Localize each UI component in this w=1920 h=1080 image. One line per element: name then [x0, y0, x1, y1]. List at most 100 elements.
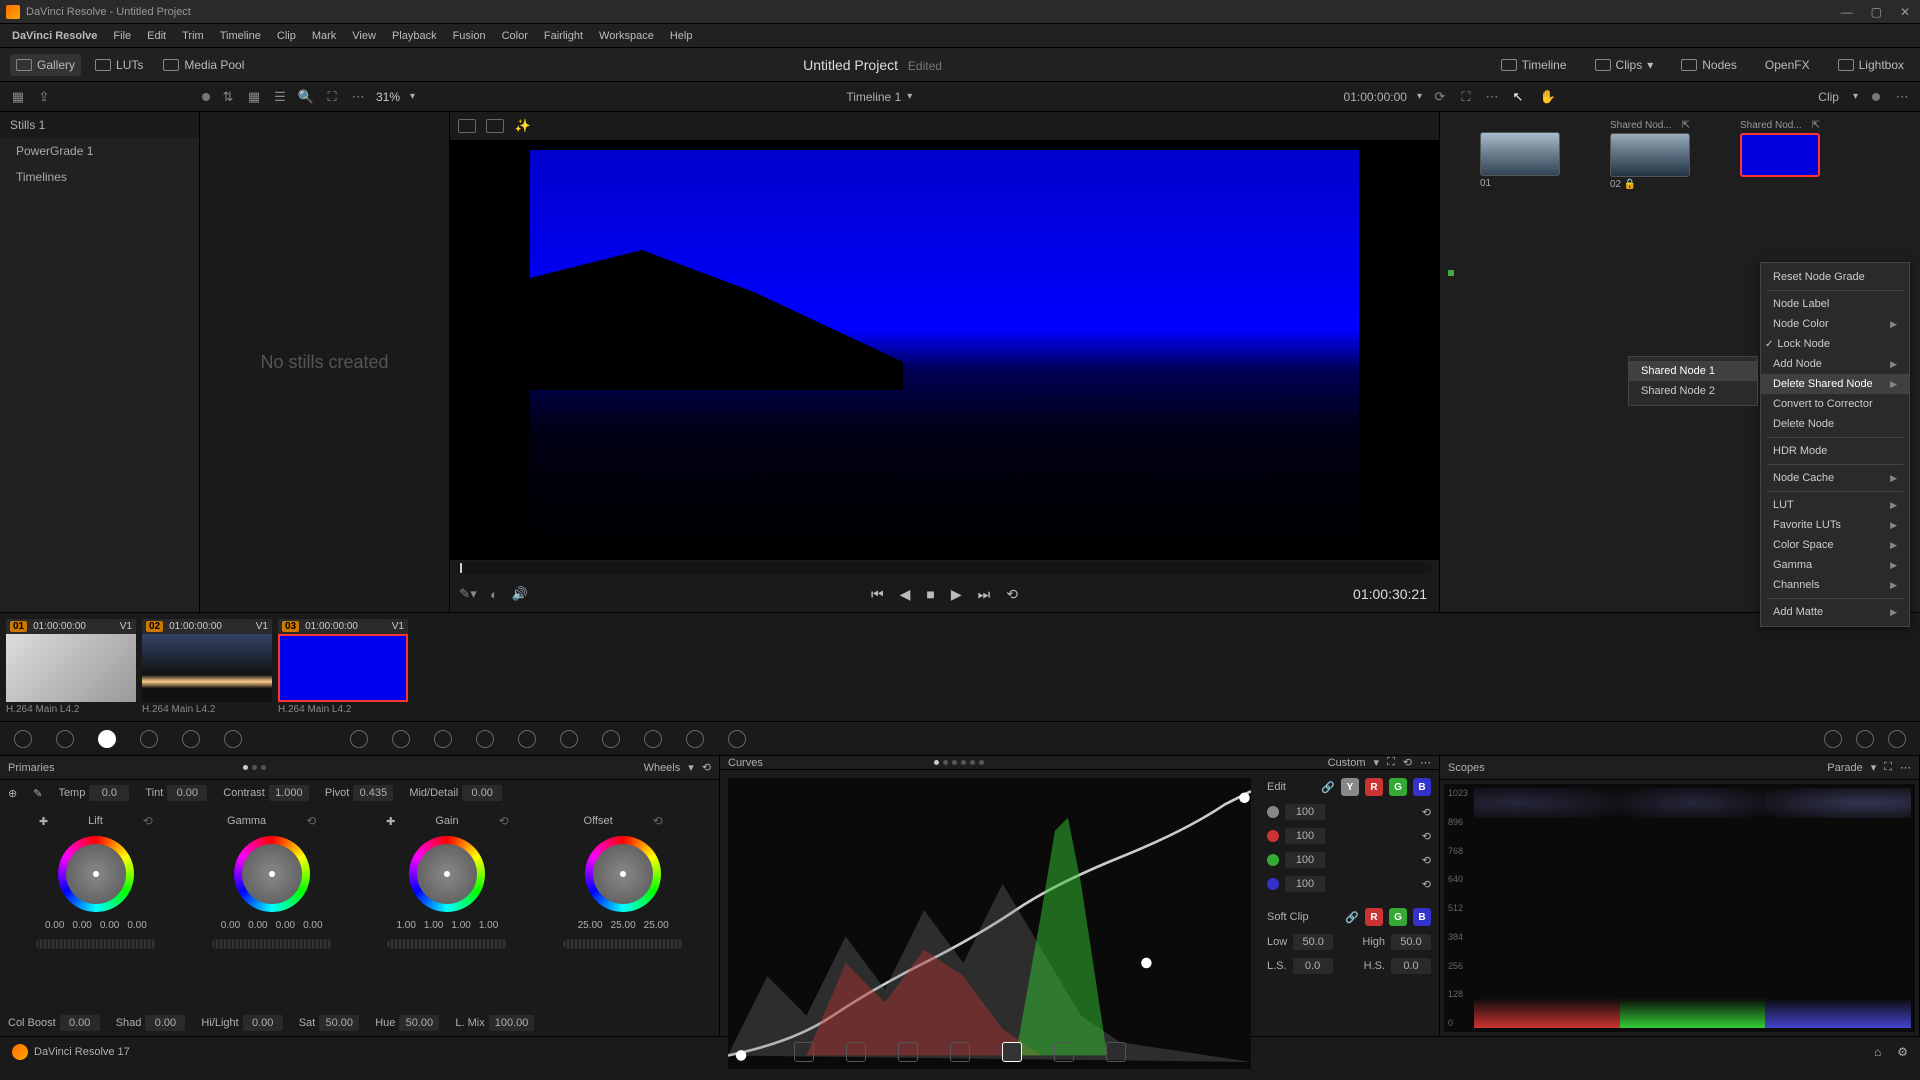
stills-timelines[interactable]: Timelines [0, 164, 199, 190]
ctx-delete-shared[interactable]: Delete Shared Node▶ [1761, 374, 1909, 394]
minimize-button[interactable]: — [1841, 5, 1853, 19]
magic-icon[interactable]: ✨ [514, 119, 532, 133]
submenu-shared-node-2[interactable]: Shared Node 2 [1629, 381, 1757, 401]
curves-more-icon[interactable]: ⋯ [1420, 756, 1431, 769]
highlight-mode-icon[interactable] [458, 119, 476, 133]
curve-g-button[interactable]: G [1389, 778, 1407, 796]
fullscreen-icon[interactable]: ⛶ [1458, 89, 1474, 105]
submenu-shared-node-1[interactable]: Shared Node 1 [1629, 361, 1757, 381]
loop-button[interactable]: ⟲ [1006, 586, 1018, 603]
fusion-page-icon[interactable] [950, 1042, 970, 1062]
prev-button[interactable]: ◀ [900, 586, 911, 603]
ctx-node-color[interactable]: Node Color▶ [1761, 314, 1909, 334]
cut-page-icon[interactable] [846, 1042, 866, 1062]
curves-graph[interactable] [728, 778, 1251, 1069]
softclip-b-button[interactable]: B [1413, 908, 1431, 926]
clip-thumbnail-01[interactable]: 0101:00:00:00V1 H.264 Main L4.2 [6, 619, 136, 715]
curves-icon[interactable] [350, 730, 368, 748]
ctx-addmatte[interactable]: Add Matte▶ [1761, 602, 1909, 622]
softclip-low[interactable]: 50.0 [1293, 934, 1333, 950]
last-frame-button[interactable]: ⏭ [978, 586, 991, 603]
window-icon[interactable] [476, 730, 494, 748]
toggle-icon[interactable]: ◐ [486, 586, 502, 602]
ctx-node-label[interactable]: Node Label [1761, 294, 1909, 314]
color-wheels-icon[interactable] [98, 730, 116, 748]
stills-export-icon[interactable]: ⇪ [36, 89, 52, 105]
edit-page-icon[interactable] [898, 1042, 918, 1062]
wheels-dropdown[interactable]: Wheels [644, 762, 681, 774]
qualifier-icon[interactable] [434, 730, 452, 748]
blur-icon[interactable] [602, 730, 620, 748]
lift-reset-icon[interactable]: ⟲ [143, 814, 153, 828]
gain-reset-icon[interactable]: ⟲ [499, 814, 509, 828]
mediapool-button[interactable]: Media Pool [157, 54, 250, 76]
stills-size-slider[interactable] [202, 93, 210, 101]
ctx-delete-node[interactable]: Delete Node [1761, 414, 1909, 434]
curves-expand-icon[interactable]: ⛶ [1387, 756, 1395, 769]
hdr-wheels-icon[interactable] [140, 730, 158, 748]
stop-button[interactable]: ■ [926, 586, 934, 602]
clip-mode[interactable]: Clip [1818, 90, 1839, 104]
curve-r-value[interactable]: 100 [1285, 828, 1325, 844]
ctx-favluts[interactable]: Favorite LUTs▶ [1761, 515, 1909, 535]
split-icon[interactable] [486, 119, 504, 133]
menu-mark[interactable]: Mark [304, 30, 344, 42]
hand-icon[interactable]: ✋ [1540, 89, 1556, 105]
bypass-icon[interactable]: ⟳ [1432, 89, 1448, 105]
hue-value[interactable]: 50.00 [399, 1015, 439, 1031]
hilight-value[interactable]: 0.00 [243, 1015, 283, 1031]
menu-edit[interactable]: Edit [139, 30, 174, 42]
colboost-value[interactable]: 0.00 [60, 1015, 100, 1031]
motion-icon[interactable] [224, 730, 242, 748]
3d-icon[interactable] [728, 730, 746, 748]
curve-g-value[interactable]: 100 [1285, 852, 1325, 868]
camera-raw-icon[interactable] [14, 730, 32, 748]
node-zoom-slider[interactable] [1872, 93, 1880, 101]
clips-button[interactable]: Clips ▾ [1589, 54, 1660, 76]
clip-thumbnail-03[interactable]: 0301:00:00:00V1 H.264 Main L4.2 [278, 619, 408, 715]
zoom-percent[interactable]: 31% [376, 90, 400, 104]
node-01[interactable]: 01 [1480, 132, 1560, 189]
gamma-reset-icon[interactable]: ⟲ [306, 814, 316, 828]
tint-value[interactable]: 0.00 [167, 785, 207, 801]
sort-icon[interactable]: ⇅ [220, 89, 236, 105]
maximize-button[interactable]: ▢ [1871, 5, 1882, 19]
curve-y-button[interactable]: Y [1341, 778, 1359, 796]
colorchecker-icon[interactable] [56, 730, 74, 748]
offset-wheel[interactable] [585, 836, 661, 912]
nodes-button[interactable]: Nodes [1675, 54, 1743, 76]
media-page-icon[interactable] [794, 1042, 814, 1062]
info-icon[interactable] [1888, 730, 1906, 748]
pivot-value[interactable]: 0.435 [353, 785, 393, 801]
sat-value[interactable]: 50.00 [319, 1015, 359, 1031]
menu-timeline[interactable]: Timeline [212, 30, 269, 42]
luts-button[interactable]: LUTs [89, 54, 149, 76]
menu-workspace[interactable]: Workspace [591, 30, 662, 42]
shad-value[interactable]: 0.00 [145, 1015, 185, 1031]
menu-clip[interactable]: Clip [269, 30, 304, 42]
scopes-more-icon[interactable]: ⋯ [1900, 761, 1911, 774]
menu-fusion[interactable]: Fusion [445, 30, 494, 42]
curve-b-button[interactable]: B [1413, 778, 1431, 796]
curves-reset-icon[interactable]: ⟲ [1403, 756, 1412, 769]
tracking-icon[interactable] [518, 730, 536, 748]
clip-thumbnail-02[interactable]: 0201:00:00:00V1 H.264 Main L4.2 [142, 619, 272, 715]
stills-view-icon[interactable]: ▦ [10, 89, 26, 105]
scopes-expand-icon[interactable]: ⛶ [1884, 761, 1892, 774]
softclip-ls[interactable]: 0.0 [1293, 958, 1333, 974]
ctx-channels[interactable]: Channels▶ [1761, 575, 1909, 595]
gallery-button[interactable]: Gallery [10, 54, 81, 76]
ctx-colorspace[interactable]: Color Space▶ [1761, 535, 1909, 555]
menu-view[interactable]: View [344, 30, 384, 42]
grid-icon[interactable]: ▦ [246, 89, 262, 105]
first-frame-button[interactable]: ⏮ [871, 586, 884, 603]
expand-icon[interactable]: ⛶ [324, 89, 340, 105]
softclip-hs[interactable]: 0.0 [1391, 958, 1431, 974]
stills-tab[interactable]: Stills 1 [0, 112, 199, 138]
color-page-icon[interactable] [1002, 1042, 1022, 1062]
warper-icon[interactable] [392, 730, 410, 748]
curve-b-value[interactable]: 100 [1285, 876, 1325, 892]
settings-icon[interactable]: ⚙ [1897, 1045, 1908, 1059]
nodes-more-icon[interactable]: ⋯ [1894, 89, 1910, 105]
menu-file[interactable]: File [105, 30, 139, 42]
